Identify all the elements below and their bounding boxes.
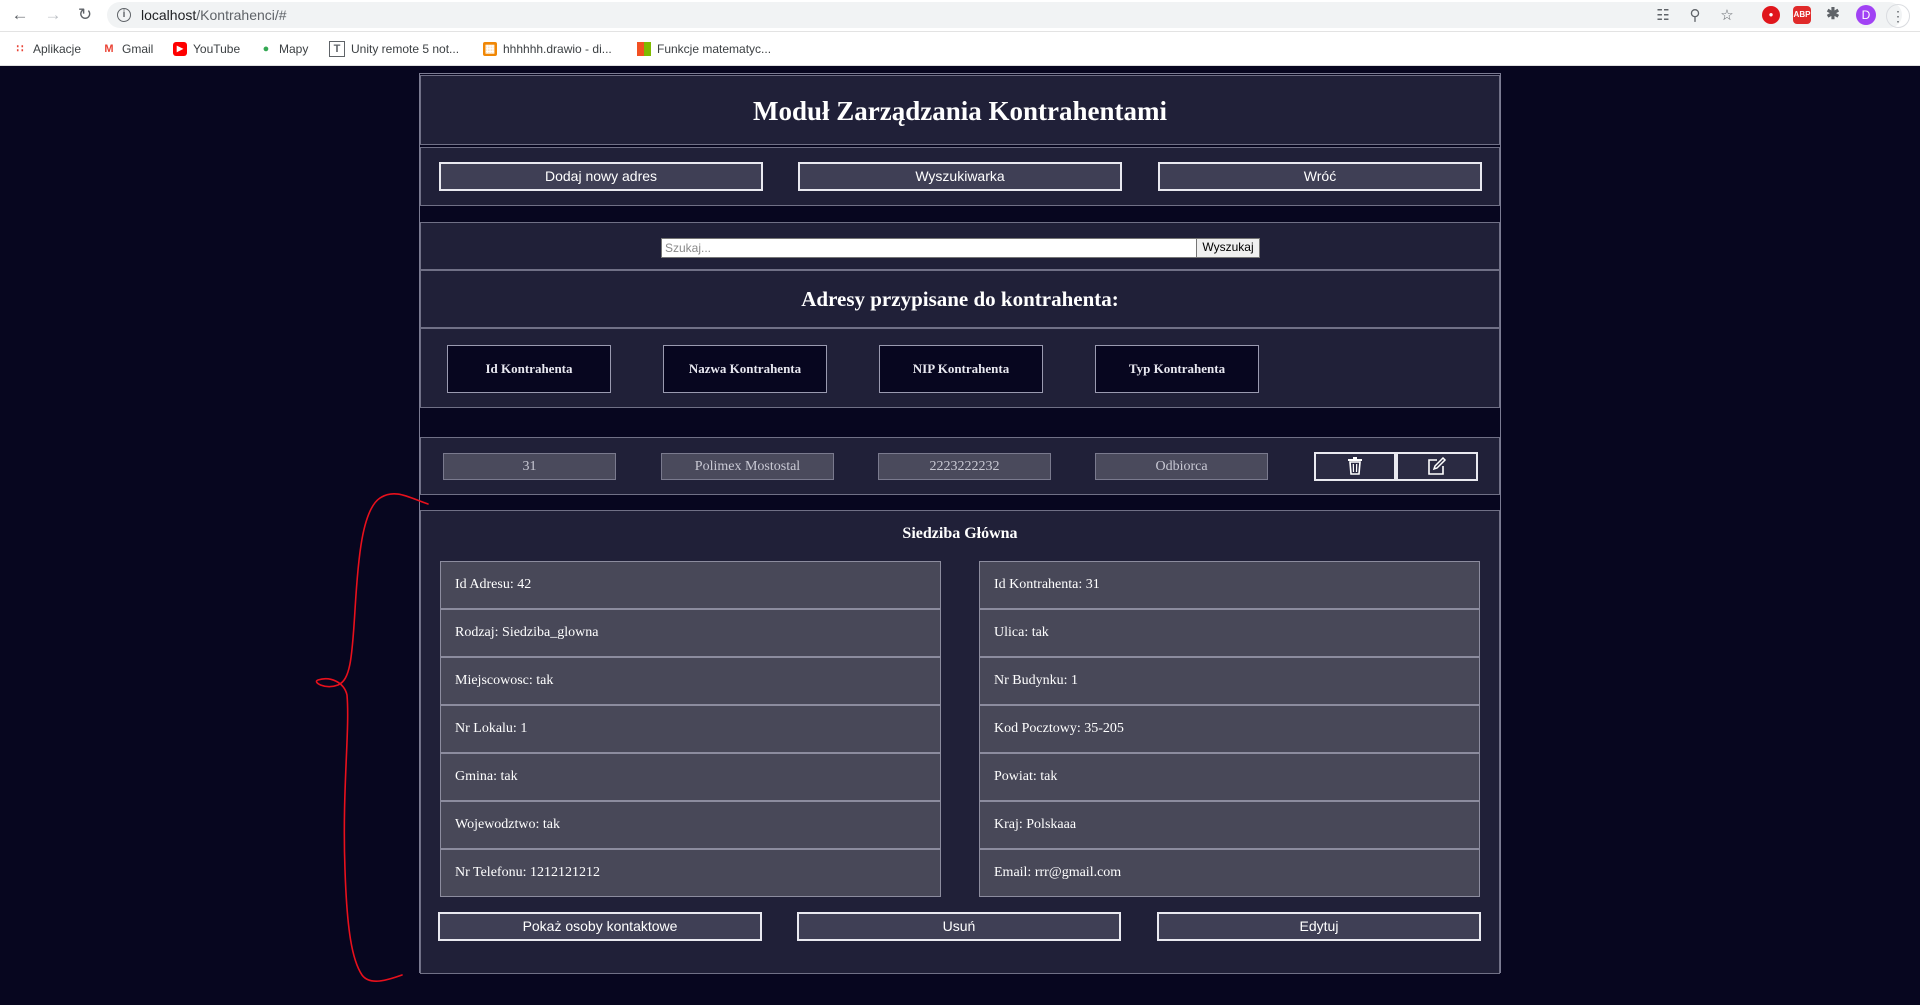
kebab-menu-icon[interactable]: ⋮ <box>1886 4 1910 28</box>
bookmark-funkcje[interactable]: Funkcje matematyc... <box>637 40 771 58</box>
bookmark-label: Mapy <box>279 42 309 56</box>
show-contacts-button[interactable]: Pokaż osoby kontaktowe <box>438 912 762 941</box>
browser-toolbar: ← → ↻ i localhost/Kontrahenci/# ☷ ⚲ ☆ ● … <box>0 0 1920 32</box>
field-email: Email: rrr@gmail.com <box>979 849 1480 897</box>
bookmark-label: Funkcje matematyc... <box>657 42 772 56</box>
youtube-icon: ▶ <box>173 42 187 56</box>
field-apartment: Nr Lokalu: 1 <box>440 705 941 753</box>
field-street: Ulica: tak <box>979 609 1480 657</box>
profile-avatar[interactable]: D <box>1856 5 1876 25</box>
delete-contractor-button[interactable] <box>1314 452 1396 481</box>
adblock-icon[interactable]: ABP <box>1793 6 1811 24</box>
url-text[interactable]: localhost/Kontrahenci/# <box>141 7 287 23</box>
bookmark-star-icon[interactable]: ☆ <box>1717 6 1737 24</box>
bookmark-label: hhhhhh.drawio - di... <box>503 42 612 56</box>
add-address-button[interactable]: Dodaj nowy adres <box>439 162 763 191</box>
bookmark-drawio[interactable]: ▦ hhhhhh.drawio - di... <box>483 40 612 58</box>
red-brace-annotation <box>315 493 429 982</box>
contractor-type: Odbiorca <box>1095 453 1268 480</box>
bookmark-gmail[interactable]: M Gmail <box>102 40 153 58</box>
bookmark-label: Unity remote 5 not... <box>351 42 460 56</box>
field-phone: Nr Telefonu: 1212121212 <box>440 849 941 897</box>
contractor-name: Polimex Mostostal <box>661 453 834 480</box>
edit-pencil-icon <box>1428 456 1447 475</box>
trash-icon <box>1348 457 1362 475</box>
back-button[interactable]: Wróć <box>1158 162 1482 191</box>
search-engine-button[interactable]: Wyszukiwarka <box>798 162 1122 191</box>
zoom-icon[interactable]: ⚲ <box>1685 6 1705 24</box>
field-county: Powiat: tak <box>979 753 1480 801</box>
bookmark-youtube[interactable]: ▶ YouTube <box>173 40 240 58</box>
url-path: /Kontrahenci/# <box>196 7 287 23</box>
field-voivodeship: Wojewodztwo: tak <box>440 801 941 849</box>
bookmark-aplikacje[interactable]: ∷ Aplikacje <box>13 40 82 58</box>
field-address-id: Id Adresu: 42 <box>440 561 941 609</box>
field-contractor-id: Id Kontrahenta: 31 <box>979 561 1480 609</box>
apps-grid-icon: ∷ <box>16 43 24 55</box>
url-host: localhost <box>141 7 197 23</box>
table-header-section: Id Kontrahenta Nazwa Kontrahenta NIP Kon… <box>420 328 1500 408</box>
search-section: Wyszukaj <box>420 222 1500 270</box>
forward-arrow-icon[interactable]: → <box>42 4 64 26</box>
maps-pin-icon: ● <box>262 43 270 55</box>
reload-icon[interactable]: ↻ <box>74 4 96 26</box>
field-city: Miejscowosc: tak <box>440 657 941 705</box>
search-input[interactable] <box>661 238 1197 258</box>
address-heading: Siedziba Główna <box>902 525 1018 542</box>
edit-address-button[interactable]: Edytuj <box>1157 912 1481 941</box>
address-bar[interactable]: i localhost/Kontrahenci/# ☷ ⚲ ☆ <box>107 2 1902 28</box>
header-section: Moduł Zarządzania Kontrahentami <box>420 75 1500 145</box>
header-type: Typ Kontrahenta <box>1095 345 1259 393</box>
contractor-row: 31 Polimex Mostostal 2223222232 Odbiorca <box>420 437 1500 495</box>
field-postal-code: Kod Pocztowy: 35-205 <box>979 705 1480 753</box>
subtitle-section: Adresy przypisane do kontrahenta: <box>420 270 1500 328</box>
bookmarks-bar: ∷ Aplikacje M Gmail ▶ YouTube ● Mapy T U… <box>0 32 1920 66</box>
contractor-nip: 2223222232 <box>878 453 1051 480</box>
unity-icon: T <box>329 41 345 57</box>
header-name: Nazwa Kontrahenta <box>663 345 827 393</box>
contractor-id: 31 <box>443 453 616 480</box>
nav-buttons-section: Dodaj nowy adres Wyszukiwarka Wróć <box>420 147 1500 206</box>
bookmark-label: Aplikacje <box>33 42 82 56</box>
bookmark-label: Gmail <box>122 42 154 56</box>
page-title: Moduł Zarządzania Kontrahentami <box>752 96 1167 126</box>
delete-address-button[interactable]: Usuń <box>797 912 1121 941</box>
bookmark-label: YouTube <box>193 42 241 56</box>
address-detail-section: Siedziba Główna Id Adresu: 42 Rodzaj: Si… <box>420 510 1500 974</box>
header-id: Id Kontrahenta <box>447 345 611 393</box>
back-arrow-icon[interactable]: ← <box>9 4 31 26</box>
extension-shield-icon[interactable]: ● <box>1762 6 1780 24</box>
search-button[interactable]: Wyszukaj <box>1196 238 1260 258</box>
field-municipality: Gmina: tak <box>440 753 941 801</box>
edit-contractor-button[interactable] <box>1396 452 1478 481</box>
bookmark-mapy[interactable]: ● Mapy <box>259 40 309 58</box>
field-kind: Rodzaj: Siedziba_glowna <box>440 609 941 657</box>
section-subtitle: Adresy przypisane do kontrahenta: <box>801 287 1119 311</box>
translate-icon[interactable]: ☷ <box>1653 6 1673 24</box>
puzzle-extensions-icon[interactable]: ✱ <box>1824 6 1842 24</box>
gmail-icon: M <box>104 43 114 55</box>
field-country: Kraj: Polskaaa <box>979 801 1480 849</box>
microsoft-icon <box>637 42 651 56</box>
header-nip: NIP Kontrahenta <box>879 345 1043 393</box>
drawio-icon: ▦ <box>483 42 497 56</box>
info-icon[interactable]: i <box>117 8 131 22</box>
field-building: Nr Budynku: 1 <box>979 657 1480 705</box>
bookmark-unity[interactable]: T Unity remote 5 not... <box>329 40 459 58</box>
